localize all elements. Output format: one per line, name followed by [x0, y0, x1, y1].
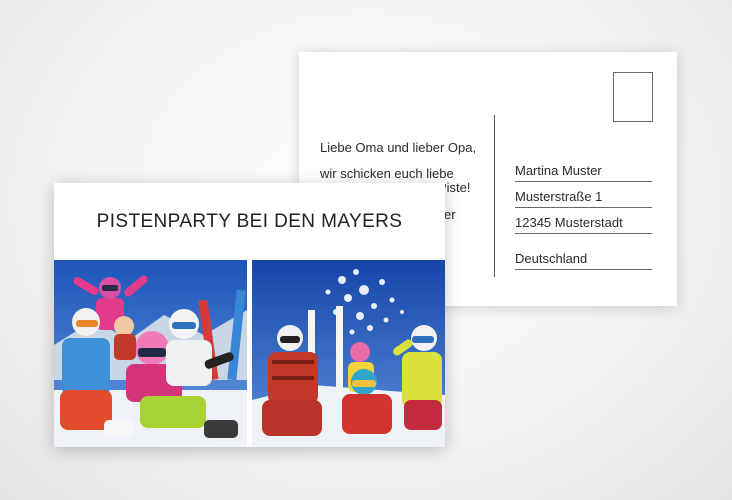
ski-kids-photo-right — [252, 260, 445, 447]
stamp-placeholder — [613, 72, 653, 122]
photo-right — [252, 260, 445, 447]
message-line-1: Liebe Oma und lieber Opa, — [320, 140, 477, 155]
address-country: Deutschland — [515, 251, 652, 270]
address-divider — [494, 115, 495, 277]
front-title: PISTENPARTY BEI DEN MAYERS — [96, 211, 403, 232]
photo-left — [54, 260, 247, 447]
address-city: 12345 Musterstadt — [515, 215, 652, 234]
address-name: Martina Muster — [515, 163, 652, 182]
message-line-2: wir schicken euch liebe — [320, 166, 454, 181]
message-line-4: er — [444, 207, 456, 222]
postcard-front: PISTENPARTY BEI DEN MAYERS — [54, 183, 445, 447]
ski-kids-photo-left — [54, 260, 247, 447]
address-street: Musterstraße 1 — [515, 189, 652, 208]
